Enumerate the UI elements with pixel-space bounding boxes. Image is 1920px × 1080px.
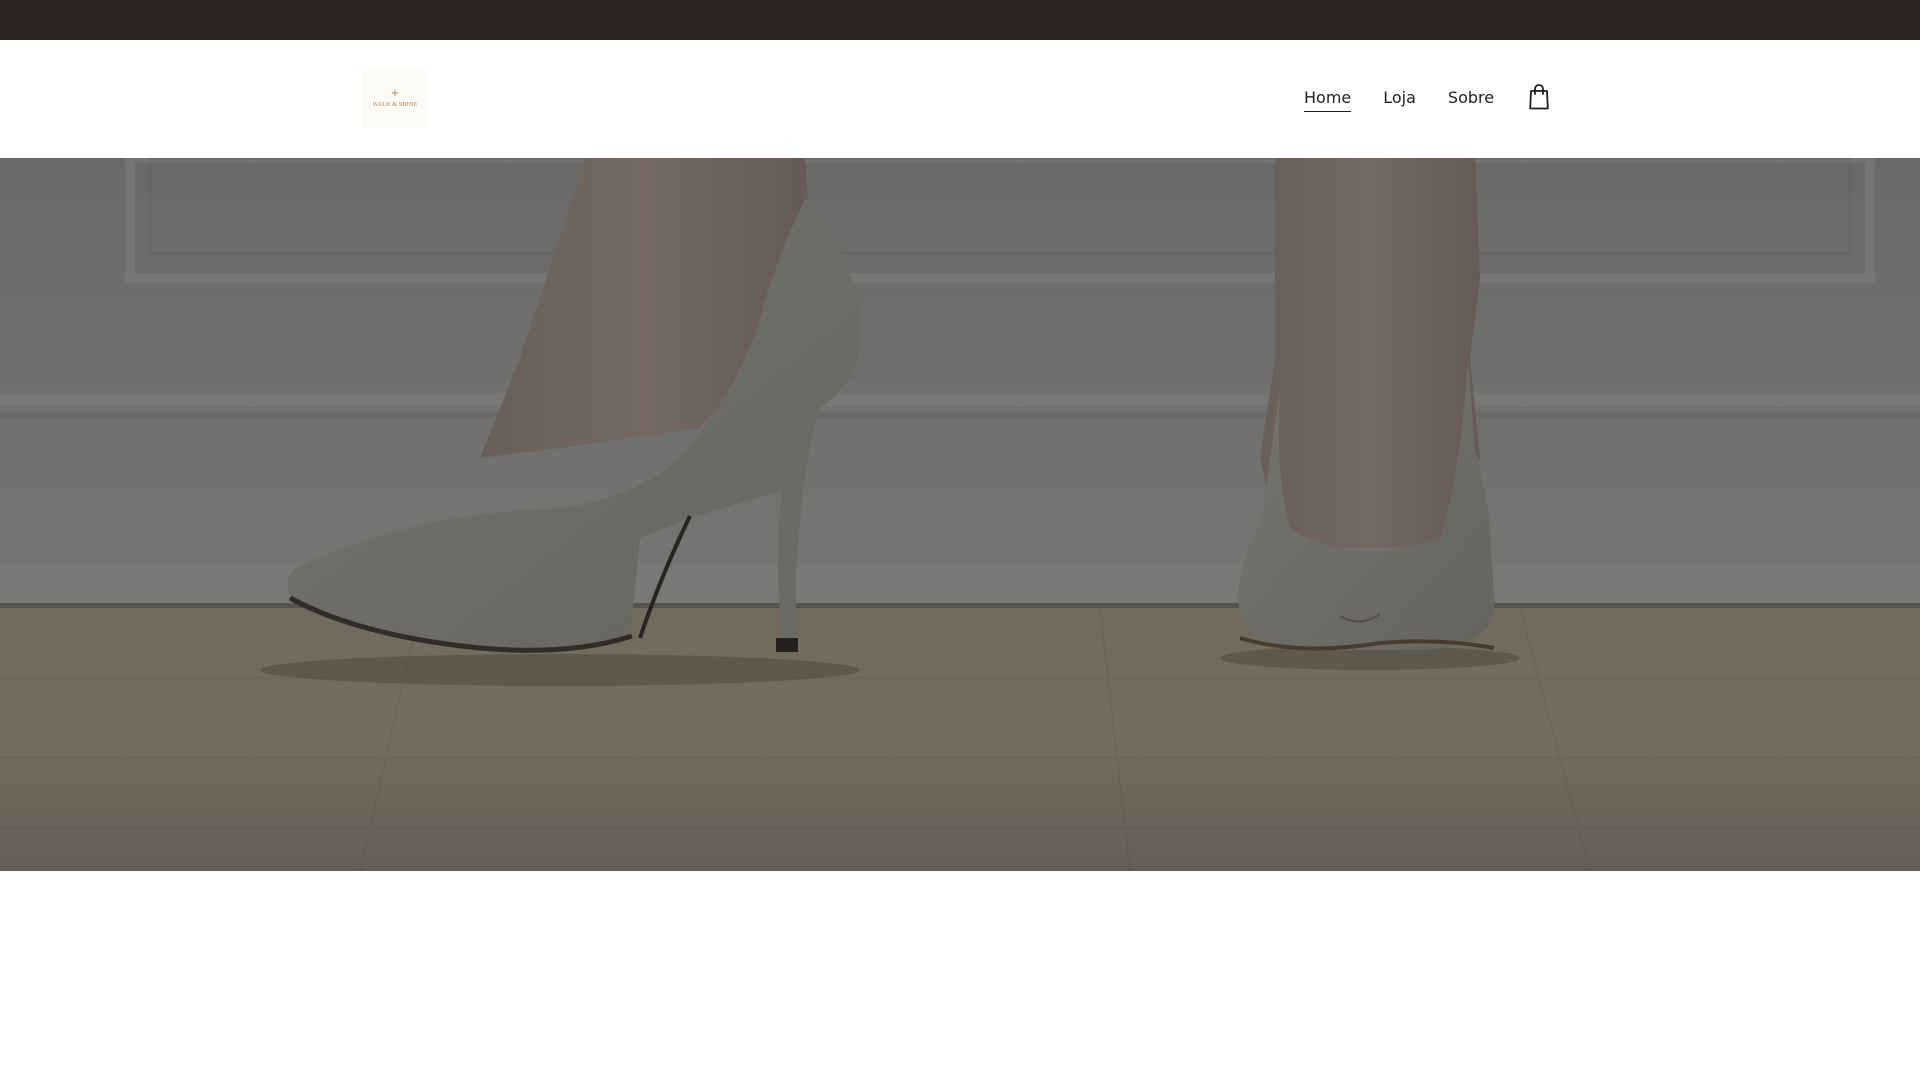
logo-mark: + — [390, 88, 400, 99]
hero-banner — [0, 158, 1920, 871]
nav-sobre-link[interactable]: Sobre — [1448, 88, 1494, 112]
nav-loja-link[interactable]: Loja — [1383, 88, 1416, 112]
shopping-bag-icon — [1529, 84, 1549, 110]
logo-text: WALK & SHINE — [372, 102, 418, 108]
announcement-bar — [0, 0, 1920, 40]
hero-overlay — [0, 158, 1920, 871]
logo[interactable]: + WALK & SHINE — [362, 70, 428, 128]
cart-button[interactable] — [1526, 82, 1552, 112]
main-nav: Home Loja Sobre — [1304, 80, 1552, 120]
nav-home-link[interactable]: Home — [1304, 88, 1352, 112]
site-header: + WALK & SHINE Home Loja Sobre — [0, 40, 1920, 158]
page-content — [0, 871, 1920, 1080]
